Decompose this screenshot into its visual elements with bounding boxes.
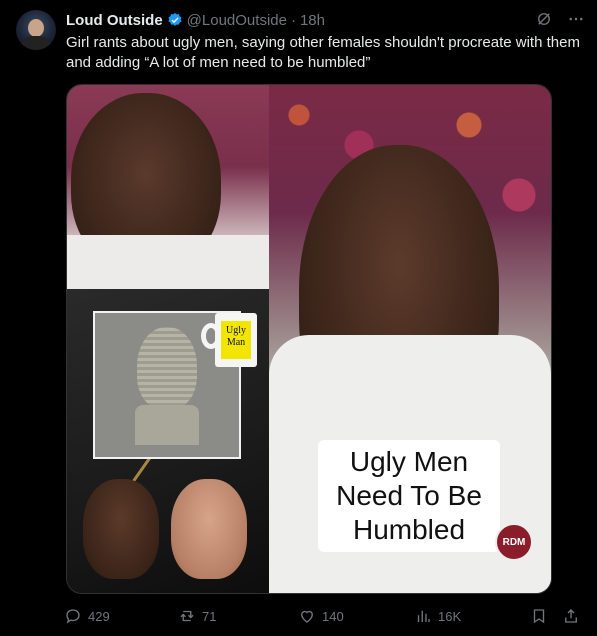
3d-face-render-light: [171, 479, 247, 579]
like-button[interactable]: 140: [298, 604, 344, 628]
post-timestamp[interactable]: 18h: [300, 12, 325, 29]
avatar-face: [28, 19, 44, 37]
3d-face-render-dark: [83, 479, 159, 579]
bookmark-button[interactable]: [530, 604, 548, 628]
reply-button[interactable]: 429: [64, 604, 110, 628]
reply-count: 429: [88, 608, 110, 624]
views-count: 16K: [438, 608, 462, 624]
video-panel-top-left: [67, 85, 269, 289]
views-button[interactable]: 16K: [414, 604, 461, 628]
post-text: Girl rants about ugly men, saying other …: [66, 34, 580, 71]
author-name[interactable]: Loud Outside: [66, 12, 163, 29]
separator-dot: ·: [290, 11, 296, 29]
action-bar: 429 71 140 16K: [64, 604, 584, 628]
video-caption: Ugly Men Need To Be Humbled: [318, 440, 500, 552]
views-bar-chart-icon: [417, 610, 430, 622]
mug-label: Ugly Man: [221, 321, 251, 359]
repost-button[interactable]: 71: [178, 604, 216, 628]
video-panel-bottom-left: Ugly Man: [67, 289, 269, 593]
blanket-image: [67, 235, 269, 289]
mesh-head: [137, 327, 197, 409]
channel-logo: RDM: [495, 523, 533, 561]
grok-icon[interactable]: [535, 10, 553, 28]
avatar-body: [22, 36, 50, 50]
more-options-icon[interactable]: [567, 10, 585, 28]
post-header: Loud Outside @LoudOutside · 18h: [66, 10, 585, 30]
share-button[interactable]: [562, 604, 580, 628]
bookmark-icon: [533, 609, 545, 624]
share-icon: [565, 609, 577, 623]
mesh-neck: [135, 405, 199, 445]
repost-icon: [180, 610, 194, 622]
repost-count: 71: [202, 608, 217, 624]
author-handle[interactable]: @LoudOutside: [187, 12, 287, 29]
heart-icon: [301, 610, 313, 623]
reply-icon: [66, 609, 80, 624]
like-count: 140: [322, 608, 344, 624]
verified-badge-icon: [167, 12, 183, 28]
header-actions: [535, 10, 585, 28]
mug-image: Ugly Man: [201, 313, 257, 369]
author-avatar[interactable]: [16, 10, 56, 50]
